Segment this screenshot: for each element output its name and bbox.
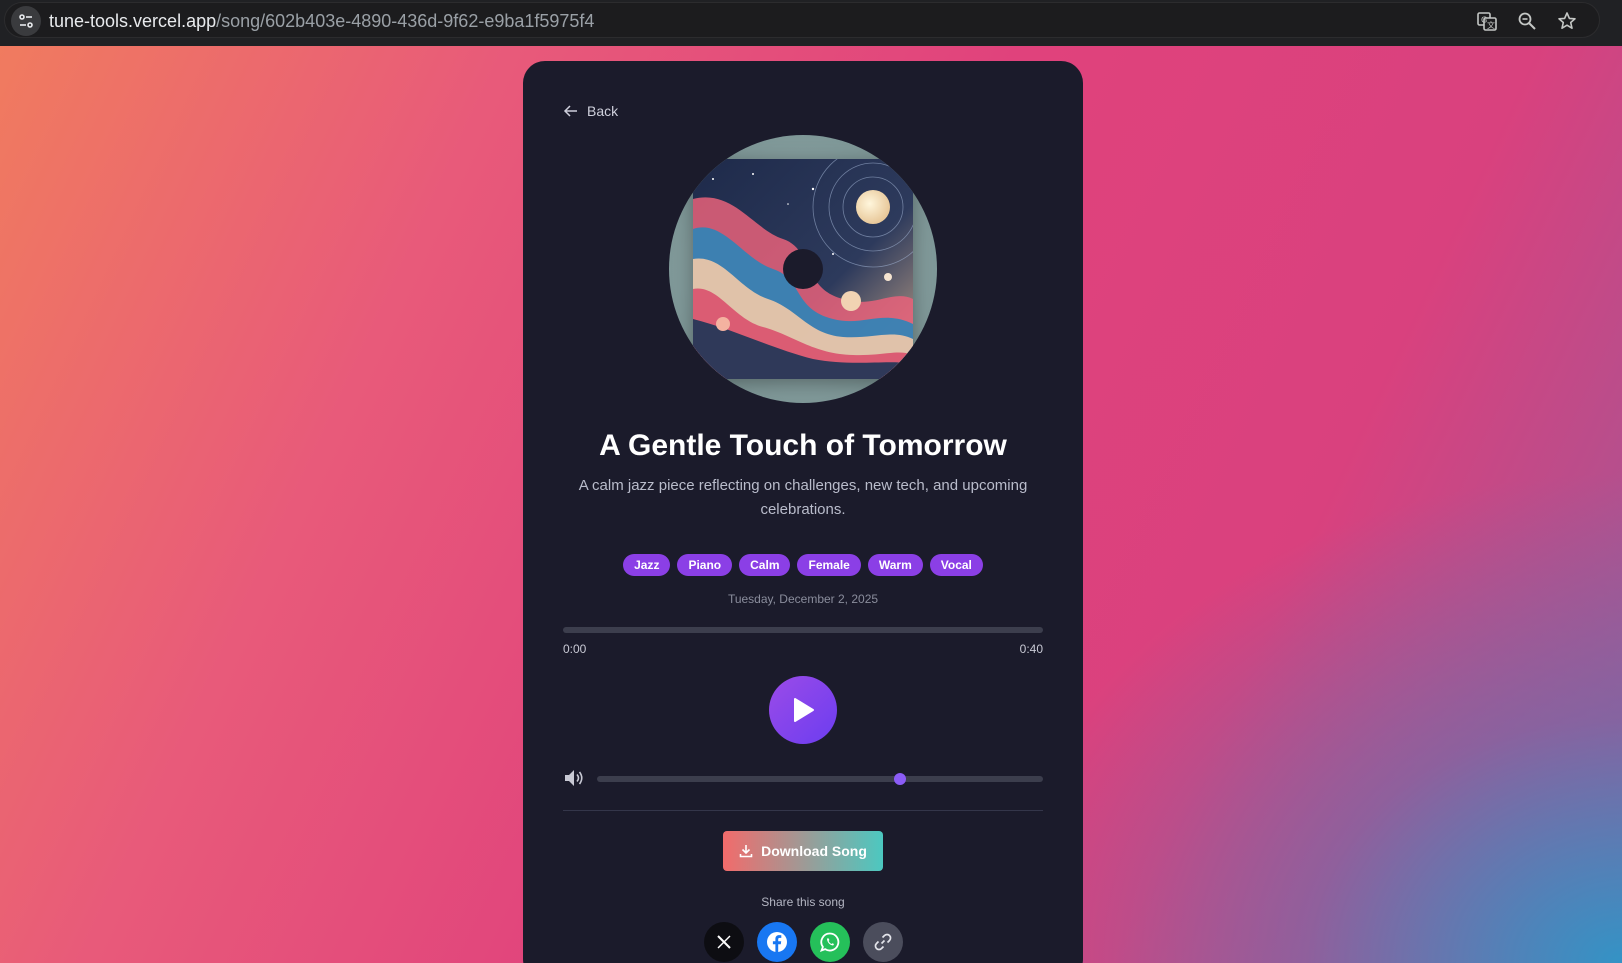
tag-piano[interactable]: Piano <box>677 554 733 576</box>
tag-calm[interactable]: Calm <box>739 554 791 576</box>
facebook-icon <box>766 932 787 952</box>
tag-warm[interactable]: Warm <box>867 554 923 576</box>
svg-text:文: 文 <box>1487 20 1495 30</box>
volume-icon[interactable] <box>563 768 585 788</box>
share-x-button[interactable] <box>703 922 744 962</box>
browser-toolbar: tune-tools.vercel.app/song/602b403e-4890… <box>0 0 1622 46</box>
download-button[interactable]: Download Song <box>723 831 883 871</box>
bookmark-star-icon[interactable] <box>1555 9 1579 33</box>
share-whatsapp-button[interactable] <box>809 922 850 962</box>
song-card: Back A Gentle Touch of Tomorrow A calm j… <box>523 61 1083 963</box>
address-bar[interactable]: tune-tools.vercel.app/song/602b403e-4890… <box>4 2 1600 38</box>
song-description: A calm jazz piece reflecting on challeng… <box>578 477 1028 518</box>
tag-vocal[interactable]: Vocal <box>929 554 983 576</box>
tag-female[interactable]: Female <box>797 554 861 576</box>
arrow-left-icon <box>563 105 577 117</box>
tag-jazz[interactable]: Jazz <box>623 554 671 576</box>
url-path: /song/602b403e-4890-436d-9f62-e9ba1f5975… <box>216 11 595 31</box>
download-label: Download Song <box>761 843 867 859</box>
tag-list: Jazz Piano Calm Female Warm Vocal <box>523 554 1083 576</box>
disc-center-hole <box>783 249 823 289</box>
x-icon <box>716 935 731 949</box>
zoom-icon[interactable] <box>1515 9 1539 33</box>
share-buttons <box>523 922 1083 962</box>
current-time: 0:00 <box>563 642 587 656</box>
copy-link-icon <box>874 933 891 951</box>
duration: 0:40 <box>1019 642 1043 656</box>
back-label: Back <box>587 103 619 119</box>
page-background: Back A Gentle Touch of Tomorrow A calm j… <box>0 46 1622 963</box>
play-icon <box>794 698 814 722</box>
url-text[interactable]: tune-tools.vercel.app/song/602b403e-4890… <box>49 11 594 31</box>
song-title: A Gentle Touch of Tomorrow <box>599 429 1007 462</box>
site-info-icon[interactable] <box>11 6 41 36</box>
url-host: tune-tools.vercel.app <box>49 11 217 31</box>
back-button[interactable]: Back <box>563 103 618 119</box>
volume-thumb[interactable] <box>894 773 907 785</box>
release-date: Tuesday, December 2, 2025 <box>727 592 879 606</box>
share-facebook-button[interactable] <box>756 922 797 962</box>
divider <box>563 810 1043 811</box>
play-button[interactable] <box>769 676 837 744</box>
volume-slider[interactable] <box>597 773 1043 785</box>
progress-bar[interactable] <box>563 627 1043 633</box>
download-icon <box>739 845 753 858</box>
share-label: Share this song <box>761 895 845 909</box>
album-disc <box>669 135 937 403</box>
whatsapp-icon <box>819 932 839 953</box>
translate-icon[interactable]: G 文 <box>1475 9 1499 33</box>
share-copy-link-button[interactable] <box>862 922 903 962</box>
